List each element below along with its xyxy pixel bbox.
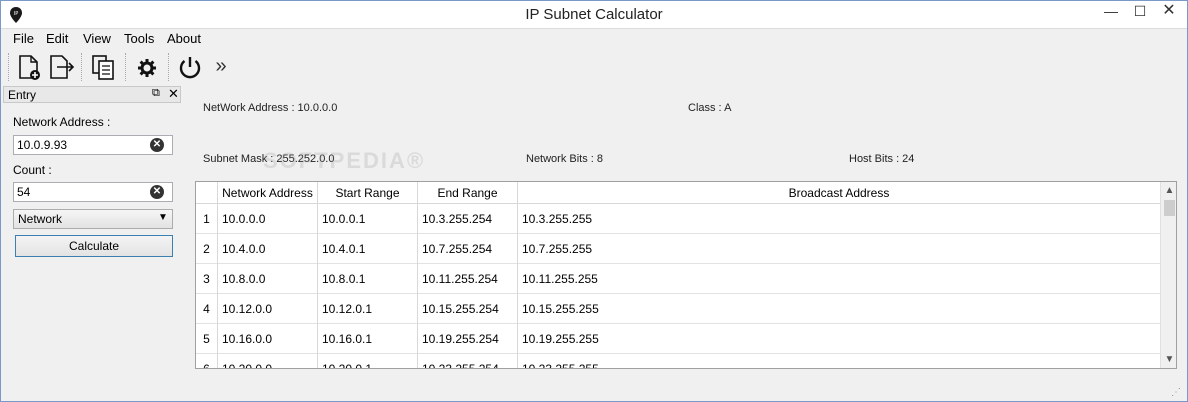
copy-icon[interactable]: [88, 52, 118, 82]
window-title: IP Subnet Calculator: [525, 6, 663, 23]
entry-panel-header: Entry ⧉ ✕: [3, 86, 181, 103]
vertical-scrollbar[interactable]: ▲ ▼: [1160, 182, 1176, 368]
toolbar-separator: [125, 53, 127, 81]
cell-end-range: 10.3.255.254: [418, 204, 518, 234]
export-icon[interactable]: [46, 52, 76, 82]
cell-end-range: 10.7.255.254: [418, 234, 518, 264]
network-address-label: Network Address :: [13, 115, 111, 129]
clear-network-address-icon[interactable]: ✕: [150, 138, 164, 152]
cell-end-range: 10.23.255.254: [418, 354, 518, 368]
count-field: ✕: [13, 182, 173, 202]
maximize-button[interactable]: ☐: [1125, 1, 1155, 23]
clear-count-icon[interactable]: ✕: [150, 185, 164, 199]
row-number: 5: [196, 324, 218, 354]
new-file-icon[interactable]: [14, 52, 44, 82]
app-window: IP IP Subnet Calculator — ☐ ✕ File Edit …: [0, 0, 1188, 402]
menu-edit[interactable]: Edit: [46, 31, 68, 46]
menu-view[interactable]: View: [83, 31, 111, 46]
network-bits-info: Network Bits : 8: [526, 153, 604, 165]
row-number: 3: [196, 264, 218, 294]
more-chevron-icon[interactable]: »: [206, 52, 236, 82]
chevron-down-icon: ▼: [158, 212, 168, 223]
cell-start-range: 10.0.0.1: [318, 204, 418, 234]
table-header: Network Address Start Range End Range Br…: [196, 182, 1160, 204]
cell-start-range: 10.16.0.1: [318, 324, 418, 354]
cell-broadcast-address: 10.23.255.255: [522, 362, 599, 369]
cell-end-range: 10.15.255.254: [418, 294, 518, 324]
entry-panel: Entry ⧉ ✕ Network Address : ✕ Count : ✕ …: [3, 86, 181, 401]
mode-select-value: Network: [18, 212, 63, 226]
subnet-table: Network Address Start Range End Range Br…: [195, 181, 1177, 369]
table-row[interactable]: 2 10.4.0.0 10.4.0.1 10.7.255.254 10.7.25…: [196, 234, 1160, 264]
power-icon[interactable]: [175, 52, 205, 82]
mode-select[interactable]: Network ▼: [13, 209, 173, 229]
close-button[interactable]: ✕: [1154, 1, 1184, 23]
host-bits-info: Host Bits : 24: [849, 153, 915, 165]
cell-start-range: 10.20.0.1: [318, 354, 418, 368]
class-info: Class : A: [688, 102, 732, 114]
cell-start-range: 10.12.0.1: [318, 294, 418, 324]
cell-network-address: 10.16.0.0: [218, 324, 318, 354]
minimize-button[interactable]: —: [1096, 1, 1126, 23]
cell-end-range: 10.19.255.254: [418, 324, 518, 354]
entry-panel-title: Entry: [8, 88, 37, 102]
close-panel-icon[interactable]: ✕: [168, 86, 179, 102]
scroll-up-icon[interactable]: ▲: [1161, 182, 1176, 199]
count-input[interactable]: [17, 185, 147, 199]
column-header-broadcast-address[interactable]: Broadcast Address: [518, 182, 1160, 204]
scroll-thumb[interactable]: [1164, 200, 1175, 216]
count-label: Count :: [13, 163, 52, 177]
network-address-info: NetWork Address : 10.0.0.0: [203, 102, 338, 114]
cell-network-address: 10.0.0.0: [218, 204, 318, 234]
cell-broadcast-address: 10.15.255.255: [522, 302, 599, 316]
row-number: 2: [196, 234, 218, 264]
watermark: SOFTPEDIA®: [263, 148, 426, 173]
menu-tools[interactable]: Tools: [124, 31, 154, 46]
cell-broadcast-address: 10.19.255.255: [522, 332, 599, 346]
calculate-button[interactable]: Calculate: [15, 235, 173, 257]
cell-network-address: 10.4.0.0: [218, 234, 318, 264]
toolbar-separator: [8, 53, 10, 81]
cell-network-address: 10.12.0.0: [218, 294, 318, 324]
menu-bar: File Edit View Tools About: [1, 29, 1187, 49]
row-number: 4: [196, 294, 218, 324]
toolbar-separator: [168, 53, 170, 81]
table-row[interactable]: 6 10.20.0.0 10.20.0.1 10.23.255.254 10.2…: [196, 354, 1160, 369]
resize-grip-icon[interactable]: ⋰: [1171, 387, 1181, 398]
cell-end-range: 10.11.255.254: [418, 264, 518, 294]
cell-broadcast-address: 10.3.255.255: [522, 212, 593, 226]
column-header-end-range[interactable]: End Range: [418, 182, 518, 204]
column-header-network-address[interactable]: Network Address: [218, 182, 318, 204]
toolbar-separator: [81, 53, 83, 81]
table-row[interactable]: 3 10.8.0.0 10.8.0.1 10.11.255.254 10.11.…: [196, 264, 1160, 294]
float-panel-icon[interactable]: ⧉: [152, 87, 160, 100]
menu-about[interactable]: About: [167, 31, 201, 46]
toolbar: »: [1, 49, 1187, 85]
cell-start-range: 10.4.0.1: [318, 234, 418, 264]
settings-gear-icon[interactable]: [132, 52, 162, 82]
cell-broadcast-address: 10.11.255.255: [522, 272, 598, 286]
column-header-start-range[interactable]: Start Range: [318, 182, 418, 204]
cell-network-address: 10.20.0.0: [218, 354, 318, 368]
table-row[interactable]: 1 10.0.0.0 10.0.0.1 10.3.255.254 10.3.25…: [196, 204, 1160, 234]
table-row[interactable]: 4 10.12.0.0 10.12.0.1 10.15.255.254 10.1…: [196, 294, 1160, 324]
row-number: 6: [196, 354, 218, 368]
network-address-field: ✕: [13, 135, 173, 155]
title-bar: IP IP Subnet Calculator — ☐ ✕: [1, 1, 1187, 29]
menu-file[interactable]: File: [13, 31, 34, 46]
cell-broadcast-address: 10.7.255.255: [522, 242, 593, 256]
row-number: 1: [196, 204, 218, 234]
network-address-input[interactable]: [17, 138, 147, 152]
corner-header: [196, 182, 218, 204]
cell-start-range: 10.8.0.1: [318, 264, 418, 294]
cell-network-address: 10.8.0.0: [218, 264, 318, 294]
table-row[interactable]: 5 10.16.0.0 10.16.0.1 10.19.255.254 10.1…: [196, 324, 1160, 354]
scroll-down-icon[interactable]: ▼: [1161, 351, 1176, 368]
